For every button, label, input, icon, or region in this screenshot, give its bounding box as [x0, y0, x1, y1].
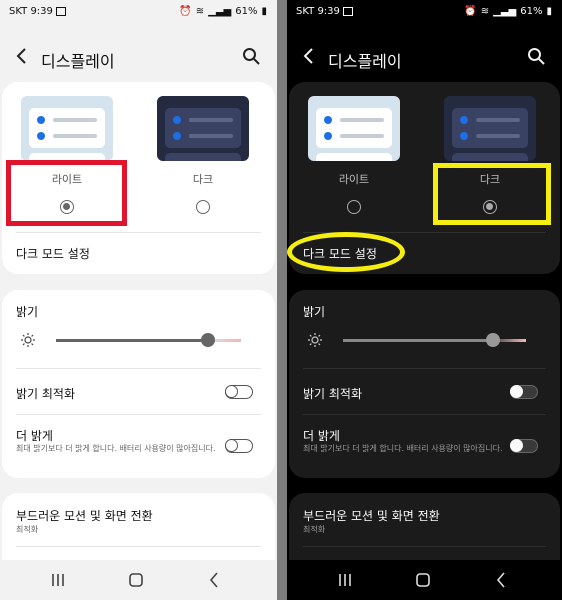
light-theme-preview[interactable]	[308, 96, 400, 161]
panel-divider	[277, 0, 287, 600]
app-header: 디스플레이	[0, 38, 277, 78]
brightness-label: 밝기	[303, 305, 326, 319]
battery-level: 61%	[520, 6, 543, 17]
wifi-icon: ≋	[480, 6, 490, 17]
brightness-card: 밝기 밝기 최적화 더 밝게 최대 밝기보다 더 밝게 합니다. 배터리 사용량…	[289, 290, 560, 478]
back-arrow-icon[interactable]	[299, 46, 319, 66]
adaptive-brightness-label: 밝기 최적화	[303, 387, 363, 401]
dark-theme-preview[interactable]	[157, 96, 249, 161]
dark-mode-screen: SKT 9:39 ⏰ ≋ ▁▃▅ 61% ▮ 디스플레이 라이트 다크 다크 모…	[287, 0, 562, 600]
battery-icon: ▮	[261, 6, 267, 17]
adaptive-brightness-label: 밝기 최적화	[16, 387, 76, 401]
status-icons: ⏰ ≋ ▁▃▅ 61% ▮	[179, 6, 267, 17]
status-bar: SKT 9:39 ⏰ ≋ ▁▃▅ 61% ▮	[287, 0, 562, 26]
motion-smoothness-value: 최적화	[303, 525, 326, 534]
carrier: SKT 9:39	[9, 6, 66, 17]
light-theme-label: 라이트	[338, 173, 370, 186]
battery-icon: ▮	[546, 6, 552, 17]
extra-brightness-label: 더 밝게	[16, 429, 53, 443]
light-theme-preview[interactable]	[21, 96, 113, 161]
motion-smoothness-label[interactable]: 부드러운 모션 및 화면 전환	[303, 507, 440, 524]
search-icon[interactable]	[526, 46, 546, 66]
search-icon[interactable]	[241, 46, 261, 66]
extra-brightness-toggle[interactable]	[225, 439, 253, 453]
wifi-icon: ≋	[195, 6, 205, 17]
brightness-label: 밝기	[16, 305, 39, 319]
alarm-icon: ⏰	[464, 6, 477, 17]
app-header: 디스플레이	[287, 38, 562, 78]
home-icon[interactable]	[413, 570, 433, 590]
motion-smoothness-value: 최적화	[16, 525, 39, 534]
adaptive-brightness-toggle[interactable]	[510, 385, 538, 399]
extra-brightness-description: 최대 밝기보다 더 밝게 합니다. 배터리 사용량이 많아집니다.	[16, 444, 216, 453]
red-highlight-box	[6, 160, 127, 226]
brightness-slider-thumb[interactable]	[200, 333, 215, 347]
adaptive-brightness-toggle[interactable]	[225, 385, 253, 399]
back-icon[interactable]	[204, 570, 224, 590]
alarm-icon: ⏰	[179, 6, 192, 17]
extra-brightness-description: 최대 밝기보다 더 밝게 합니다. 배터리 사용량이 많아집니다.	[303, 444, 503, 453]
recent-apps-icon[interactable]	[48, 570, 68, 590]
yellow-highlight-box	[433, 163, 551, 225]
brightness-slider-thumb[interactable]	[486, 333, 501, 347]
dark-theme-preview[interactable]	[444, 96, 536, 161]
status-icons: ⏰ ≋ ▁▃▅ 61% ▮	[464, 6, 552, 17]
sun-icon	[308, 333, 322, 347]
light-mode-screen: SKT 9:39 ⏰ ≋ ▁▃▅ 61% ▮ 디스플레이 라이트 다크 다크 모…	[0, 0, 277, 600]
light-theme-radio[interactable]	[347, 200, 361, 214]
dark-theme-radio[interactable]	[196, 200, 210, 214]
navigation-bar	[287, 560, 562, 600]
home-icon[interactable]	[126, 570, 146, 590]
dark-mode-settings-item[interactable]: 다크 모드 설정	[16, 245, 90, 262]
back-icon[interactable]	[491, 570, 511, 590]
back-arrow-icon[interactable]	[12, 46, 32, 66]
extra-brightness-toggle[interactable]	[510, 439, 538, 453]
brightness-slider[interactable]	[343, 333, 526, 347]
page-title: 디스플레이	[41, 52, 115, 71]
page-title: 디스플레이	[328, 52, 402, 71]
gallery-icon	[55, 6, 66, 16]
sun-icon	[21, 333, 35, 347]
carrier: SKT 9:39	[296, 6, 353, 17]
signal-icon: ▁▃▅	[208, 6, 232, 17]
brightness-slider[interactable]	[56, 333, 241, 347]
battery-level: 61%	[235, 6, 258, 17]
signal-icon: ▁▃▅	[493, 6, 517, 17]
dark-theme-label: 다크	[192, 173, 214, 186]
yellow-highlight-ellipse	[287, 232, 405, 272]
motion-smoothness-label[interactable]: 부드러운 모션 및 화면 전환	[16, 507, 153, 524]
navigation-bar	[0, 560, 277, 600]
extra-brightness-label: 더 밝게	[303, 429, 340, 443]
status-bar: SKT 9:39 ⏰ ≋ ▁▃▅ 61% ▮	[0, 0, 277, 26]
brightness-card: 밝기 밝기 최적화 더 밝게 최대 밝기보다 더 밝게 합니다. 배터리 사용량…	[2, 290, 275, 478]
gallery-icon	[342, 6, 353, 16]
recent-apps-icon[interactable]	[335, 570, 355, 590]
